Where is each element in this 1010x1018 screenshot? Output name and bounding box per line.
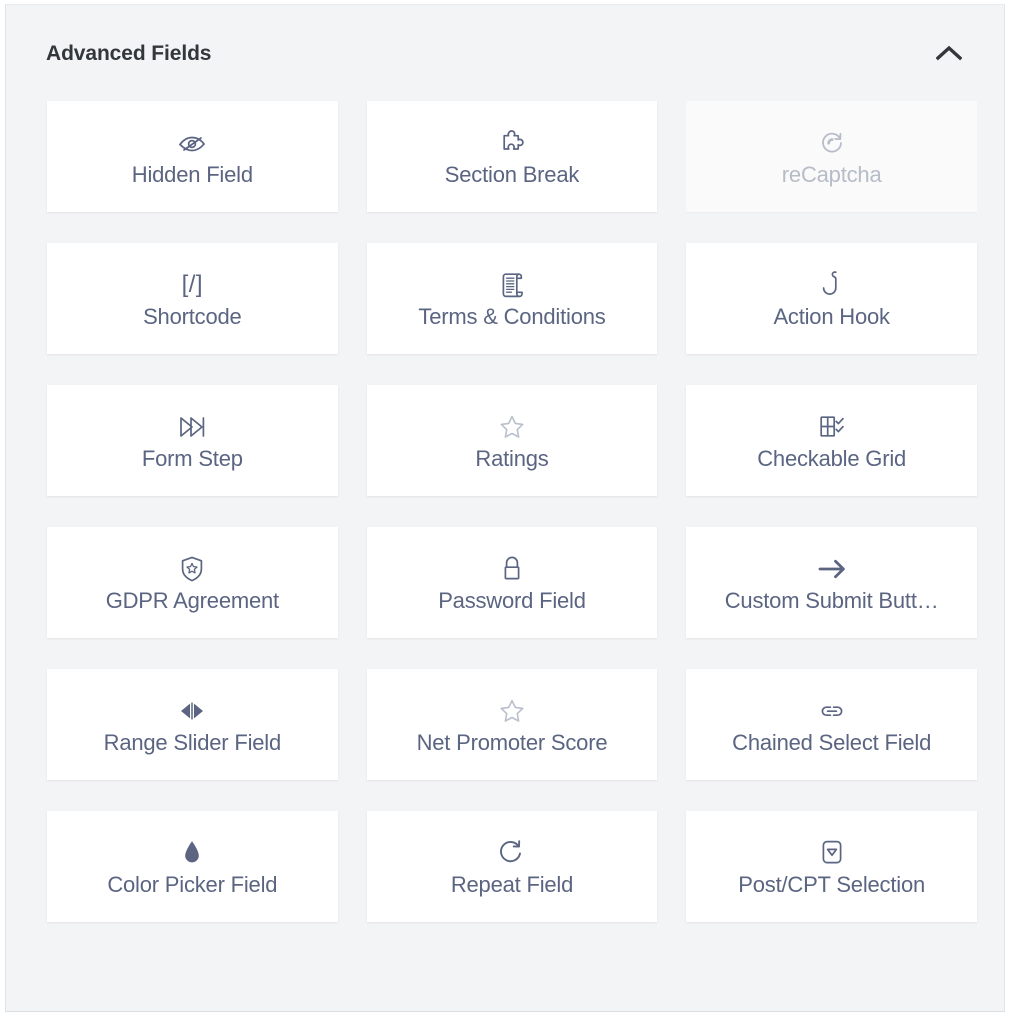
refresh-rotate-icon bbox=[498, 836, 526, 870]
chevron-up-icon[interactable] bbox=[932, 36, 966, 70]
panel-header: Advanced Fields bbox=[6, 5, 1004, 101]
field-card-label: Post/CPT Selection bbox=[738, 871, 926, 897]
field-card-label: Hidden Field bbox=[131, 161, 253, 187]
field-card[interactable]: Password Field bbox=[366, 527, 658, 638]
field-card[interactable]: Net Promoter Score bbox=[366, 669, 658, 780]
field-card[interactable]: Ratings bbox=[366, 385, 658, 496]
field-card-label: Net Promoter Score bbox=[416, 729, 608, 755]
field-card-label: Section Break bbox=[444, 161, 580, 187]
field-card[interactable]: Checkable Grid bbox=[686, 385, 977, 496]
page-title: Advanced Fields bbox=[46, 41, 212, 65]
field-card-label: Terms & Conditions bbox=[418, 303, 606, 329]
field-card-label: Password Field bbox=[438, 587, 586, 613]
field-card[interactable]: [/] Shortcode bbox=[47, 243, 338, 354]
field-card-label: Checkable Grid bbox=[757, 445, 907, 471]
arrow-right-icon bbox=[816, 552, 848, 586]
field-card[interactable]: Action Hook bbox=[686, 243, 977, 354]
field-card-label: Color Picker Field bbox=[107, 871, 278, 897]
field-card-label: Shortcode bbox=[143, 303, 242, 329]
eye-slash-icon bbox=[177, 126, 207, 160]
field-card[interactable]: Range Slider Field bbox=[47, 669, 338, 780]
shield-star-icon bbox=[179, 552, 205, 586]
field-card-label: Form Step bbox=[141, 445, 243, 471]
field-card-label: Action Hook bbox=[773, 303, 890, 329]
field-card-label: Repeat Field bbox=[450, 871, 574, 897]
field-card[interactable]: Form Step bbox=[47, 385, 338, 496]
advanced-fields-panel: Advanced Fields Hidden Field Section Brea… bbox=[5, 4, 1005, 1012]
puzzle-piece-icon bbox=[498, 126, 526, 160]
advanced-fields-grid: Hidden Field Section Break reCaptcha [/] Sho… bbox=[6, 101, 1004, 922]
recaptcha-icon bbox=[819, 126, 845, 160]
field-card-label: GDPR Agreement bbox=[105, 587, 279, 613]
star-outline-icon bbox=[498, 694, 526, 728]
field-card[interactable]: GDPR Agreement bbox=[47, 527, 338, 638]
field-card[interactable]: Color Picker Field bbox=[47, 811, 338, 922]
field-card[interactable]: Terms & Conditions bbox=[366, 243, 658, 354]
shortcode-brackets: [/] bbox=[181, 270, 204, 298]
field-card-label: Chained Select Field bbox=[732, 729, 932, 755]
checkable-grid-icon bbox=[818, 410, 846, 444]
fast-forward-icon bbox=[177, 410, 207, 444]
field-card[interactable]: Chained Select Field bbox=[686, 669, 977, 780]
chain-link-icon bbox=[817, 694, 847, 728]
field-card[interactable]: Repeat Field bbox=[366, 811, 658, 922]
field-card-label: Range Slider Field bbox=[103, 729, 282, 755]
field-card[interactable]: Post/CPT Selection bbox=[686, 811, 977, 922]
scroll-document-icon bbox=[499, 268, 525, 302]
fishing-hook-icon bbox=[822, 268, 842, 302]
field-card[interactable]: Section Break bbox=[366, 101, 658, 212]
padlock-icon bbox=[500, 552, 524, 586]
field-card[interactable]: Custom Submit Butt… bbox=[686, 527, 977, 638]
dropdown-box-icon bbox=[819, 836, 845, 870]
field-card[interactable]: Hidden Field bbox=[47, 101, 338, 212]
star-outline-icon bbox=[498, 410, 526, 444]
droplet-icon bbox=[181, 836, 203, 870]
field-card-label: reCaptcha bbox=[781, 161, 882, 187]
field-card-label: Custom Submit Butt… bbox=[724, 587, 939, 613]
field-card-label: Ratings bbox=[475, 445, 549, 471]
left-right-arrows-icon bbox=[176, 694, 208, 728]
field-card: reCaptcha bbox=[686, 101, 977, 212]
